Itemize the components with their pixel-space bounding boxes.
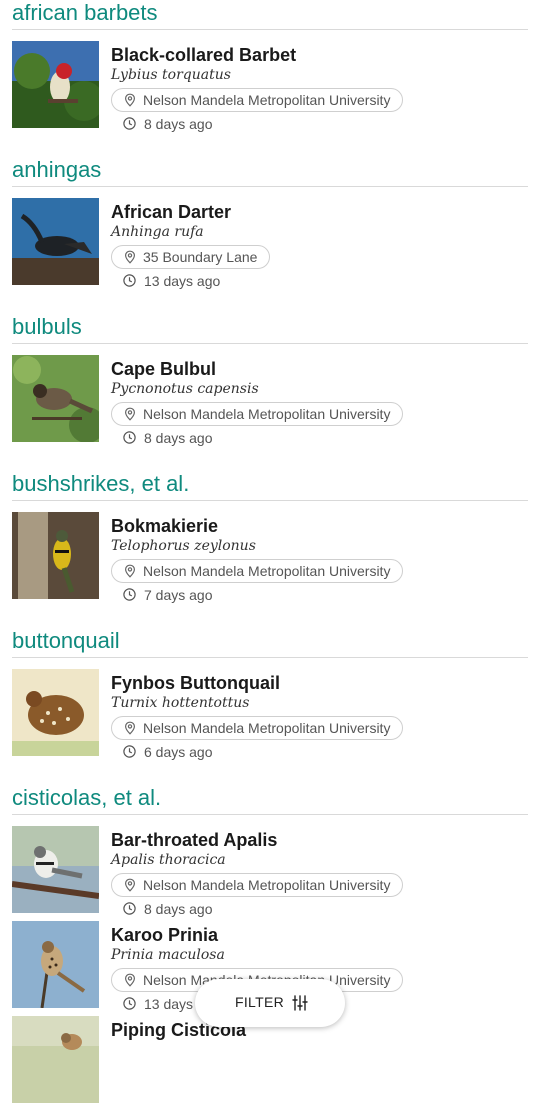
time-text: 8 days ago [144,430,213,446]
observation-item[interactable]: Black-collared Barbet Lybius torquatus Nel… [12,41,528,133]
location-text: Nelson Mandela Metropolitan University [143,877,391,893]
location-text: 35 Boundary Lane [143,249,258,265]
bird-photo[interactable] [12,198,99,285]
time-text: 6 days ago [144,744,213,760]
scientific-name: Apalis thoracica [111,852,226,868]
location-text: Nelson Mandela Metropolitan University [143,563,391,579]
filter-button[interactable]: FILTER [195,979,345,1027]
location-text: Nelson Mandela Metropolitan University [143,92,391,108]
group-title: buttonquail [12,628,120,653]
time-text: 8 days ago [144,116,213,132]
time-text: 13 days ago [144,273,221,289]
location-pin-icon [124,564,136,578]
bird-photo[interactable] [12,1016,99,1103]
observed-time: 8 days ago [123,429,213,447]
location-chip[interactable]: Nelson Mandela Metropolitan University [111,716,404,740]
location-pin-icon [124,721,136,735]
clock-icon [123,745,136,758]
time-text: 8 days ago [144,901,213,917]
scientific-name: Anhinga rufa [111,224,204,240]
common-name: Bokmakierie [111,516,219,536]
group-header: cisticolas, et al. [12,785,528,815]
location-chip[interactable]: Nelson Mandela Metropolitan University [111,559,404,583]
scientific-name: Pycnonotus capensis [111,381,259,397]
location-pin-icon [124,407,136,421]
location-pin-icon [124,93,136,107]
common-name: Black-collared Barbet [111,45,297,65]
group-header: bushshrikes, et al. [12,471,528,501]
observed-time: 7 days ago [123,586,213,604]
location-chip[interactable]: Nelson Mandela Metropolitan University [111,873,404,897]
location-pin-icon [124,973,136,987]
group-header: african barbets [12,0,528,30]
observed-time: 8 days ago [123,900,213,918]
observation-item[interactable]: Bokmakierie Telophorus zeylonus Nelson Man… [12,512,528,604]
sliders-icon [292,995,308,1011]
observed-time: 6 days ago [123,743,213,761]
clock-icon [123,431,136,444]
clock-icon [123,117,136,130]
location-chip[interactable]: 35 Boundary Lane [111,245,271,269]
location-text: Nelson Mandela Metropolitan University [143,720,391,736]
group-header: anhingas [12,157,528,187]
group-title: african barbets [12,0,158,25]
observation-item[interactable]: African Darter Anhinga rufa 35 Boundary La… [12,198,528,290]
common-name: African Darter [111,202,232,222]
bird-photo[interactable] [12,355,99,442]
scientific-name: Lybius torquatus [111,67,231,83]
observation-item[interactable]: Piping Cisticola [12,1016,528,1106]
clock-icon [123,588,136,601]
bird-photo[interactable] [12,921,99,1008]
observation-item[interactable]: Cape Bulbul Pycnonotus capensis Nelson Man… [12,355,528,447]
observation-item[interactable]: Fynbos Buttonquail Turnix hottentottus Nel… [12,669,528,761]
common-name: Bar-throated Apalis [111,830,278,850]
scientific-name: Prinia maculosa [111,947,225,963]
group-title: anhingas [12,157,102,182]
group-title: bushshrikes, et al. [12,471,190,496]
clock-icon [123,997,136,1010]
filter-button-label: FILTER [235,994,284,1010]
clock-icon [123,902,136,915]
common-name: Fynbos Buttonquail [111,673,280,693]
group-title: bulbuls [12,314,82,339]
time-text: 7 days ago [144,587,213,603]
location-text: Nelson Mandela Metropolitan University [143,406,391,422]
location-chip[interactable]: Nelson Mandela Metropolitan University [111,402,404,426]
group-header: bulbuls [12,314,528,344]
clock-icon [123,274,136,287]
bird-photo[interactable] [12,826,99,913]
scientific-name: Telophorus zeylonus [111,538,256,554]
scientific-name: Turnix hottentottus [111,695,250,711]
observed-time: 8 days ago [123,115,213,133]
common-name: Cape Bulbul [111,359,217,379]
location-pin-icon [124,878,136,892]
bird-photo[interactable] [12,512,99,599]
location-pin-icon [124,250,136,264]
bird-photo[interactable] [12,669,99,756]
group-header: buttonquail [12,628,528,658]
observed-time: 13 days ago [123,272,220,290]
common-name: Karoo Prinia [111,925,219,945]
group-title: cisticolas, et al. [12,785,162,810]
bird-photo[interactable] [12,41,99,128]
location-chip[interactable]: Nelson Mandela Metropolitan University [111,88,404,112]
observation-item[interactable]: Bar-throated Apalis Apalis thoracica Nelso… [12,826,528,918]
